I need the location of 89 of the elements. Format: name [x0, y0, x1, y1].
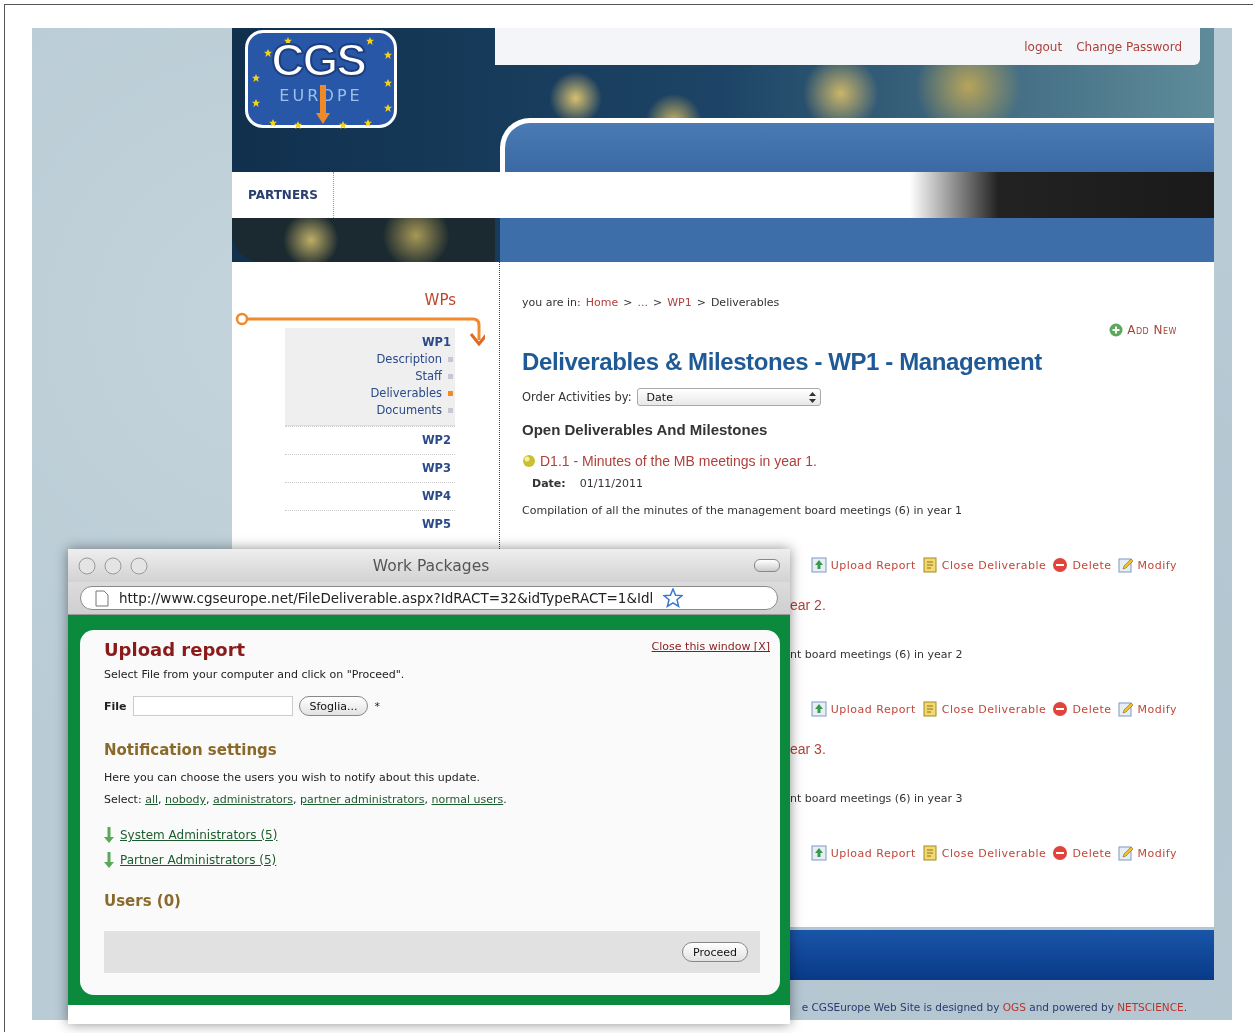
file-input[interactable]: [132, 696, 293, 716]
nav-subitem[interactable]: Documents: [376, 402, 442, 419]
updown-arrow-icon: [808, 391, 816, 403]
action-link[interactable]: Delete: [1052, 701, 1112, 717]
select-link[interactable]: nobody: [165, 793, 206, 806]
pencil-icon: [1117, 557, 1134, 573]
upload-icon: [810, 557, 827, 573]
ball-icon: [522, 454, 536, 468]
note-icon: [921, 845, 938, 861]
action-link[interactable]: Upload Report: [810, 845, 916, 861]
section-title: Open Deliverables And Milestones: [522, 420, 769, 440]
breadcrumb-separator: >: [652, 295, 663, 311]
window-button-icon: [104, 556, 122, 575]
nav-subitem[interactable]: Description: [376, 351, 442, 368]
breadcrumb-label: you are in:: [522, 295, 581, 311]
browse-button[interactable]: Sfoglia...: [298, 696, 369, 716]
popup-title: Upload report: [104, 638, 246, 662]
nav-item[interactable]: WP1: [421, 334, 455, 351]
breadcrumb-separator: >: [696, 295, 706, 311]
toolbar-toggle-button[interactable]: [754, 559, 780, 572]
date-value: 01/11/2011: [579, 476, 644, 492]
section-title: Users (0): [104, 891, 182, 912]
pencil-icon: [1117, 845, 1134, 861]
upload-icon: [810, 701, 827, 717]
star-icon: [663, 588, 684, 608]
top-link[interactable]: Change Password: [1076, 39, 1182, 54]
deliverable-description: nt board meetings (6) in year 3: [790, 791, 963, 807]
nav-item[interactable]: WP3: [421, 460, 455, 477]
action-link[interactable]: Delete: [1052, 557, 1112, 573]
select-users-text: Select: all, nobody, administrators, partner administrators, normal users.: [104, 792, 508, 808]
date-label: Date:: [532, 476, 566, 492]
action-link[interactable]: Modify: [1117, 845, 1177, 861]
deliverable-title[interactable]: D1.1 - Minutes of the MB meetings in year 1.: [540, 451, 817, 471]
close-window-link[interactable]: Close this window [X]: [651, 640, 770, 653]
group-link[interactable]: System Administrators (5): [104, 826, 278, 844]
deliverable-description: nt board meetings (6) in year 2: [790, 647, 963, 663]
group-link[interactable]: Partner Administrators (5): [104, 851, 277, 869]
action-link[interactable]: Modify: [1117, 701, 1177, 717]
minus-circle-icon: [1052, 557, 1069, 573]
nav-subitem[interactable]: Deliverables: [370, 385, 442, 402]
breadcrumb-link[interactable]: ...: [637, 295, 648, 311]
upload-icon: [810, 845, 827, 861]
url-text: http://www.cgseurope.net/FileDeliverable.aspx?IdRACT=32&idTypeRACT=1&Idl: [119, 590, 654, 606]
logo-text: CGS: [271, 33, 365, 87]
nav-subitem[interactable]: Staff: [415, 368, 442, 385]
action-link[interactable]: Upload Report: [810, 557, 916, 573]
notification-text: Here you can choose the users you wish to notify about this update.: [104, 770, 482, 786]
deliverable-title[interactable]: ear 3.: [790, 739, 826, 759]
deliverable-title[interactable]: ear 2.: [790, 595, 826, 615]
pencil-icon: [1117, 701, 1134, 717]
proceed-button[interactable]: Proceed: [681, 942, 748, 962]
action-link[interactable]: Delete: [1052, 845, 1112, 861]
file-label: File: [104, 699, 127, 713]
action-link[interactable]: Modify: [1117, 557, 1177, 573]
action-link[interactable]: Close Deliverable: [921, 557, 1047, 573]
top-link[interactable]: logout: [1024, 39, 1063, 54]
action-link[interactable]: Upload Report: [810, 701, 916, 717]
deliverable-description: Compilation of all the minutes of the management board meetings (6) in year 1: [522, 503, 964, 519]
required-mark: *: [374, 699, 380, 713]
breadcrumb-current: Deliverables: [710, 295, 780, 311]
plus-circle-icon: [1109, 323, 1124, 337]
order-select[interactable]: Date: [636, 388, 821, 406]
sidebar-title: WPs: [423, 290, 457, 310]
select-link[interactable]: all: [145, 793, 158, 806]
minus-circle-icon: [1052, 845, 1069, 861]
section-title: Notification settings: [104, 740, 278, 761]
action-link[interactable]: Close Deliverable: [921, 845, 1047, 861]
breadcrumb-link[interactable]: WP1: [667, 295, 692, 311]
action-link[interactable]: Close Deliverable: [921, 701, 1047, 717]
nav-item[interactable]: WP5: [421, 516, 455, 533]
minus-circle-icon: [1052, 701, 1069, 717]
window-title: Work Packages: [371, 556, 491, 575]
window-button-icon: [78, 556, 96, 575]
add-new-link[interactable]: Add New: [1109, 322, 1177, 338]
page-title: Deliverables & Milestones - WP1 - Management: [522, 347, 1043, 377]
note-icon: [921, 557, 938, 573]
down-arrow-icon: [104, 852, 114, 868]
instructions-text: Select File from your computer and click on "Proceed".: [104, 667, 406, 683]
nav-item[interactable]: WP2: [421, 432, 455, 449]
breadcrumb-link[interactable]: Home: [585, 295, 619, 311]
nav-item[interactable]: WP4: [421, 488, 455, 505]
select-link[interactable]: partner administrators: [300, 793, 425, 806]
address-field[interactable]: http://www.cgseurope.net/FileDeliverable.aspx?IdRACT=32&idTypeRACT=1&Idl: [80, 586, 778, 610]
page-icon: [95, 589, 109, 607]
window-button-icon: [130, 556, 148, 575]
breadcrumb-separator: >: [623, 295, 633, 311]
note-icon: [921, 701, 938, 717]
order-label: Order Activities by:: [522, 390, 632, 404]
down-arrow-icon: [104, 827, 114, 843]
